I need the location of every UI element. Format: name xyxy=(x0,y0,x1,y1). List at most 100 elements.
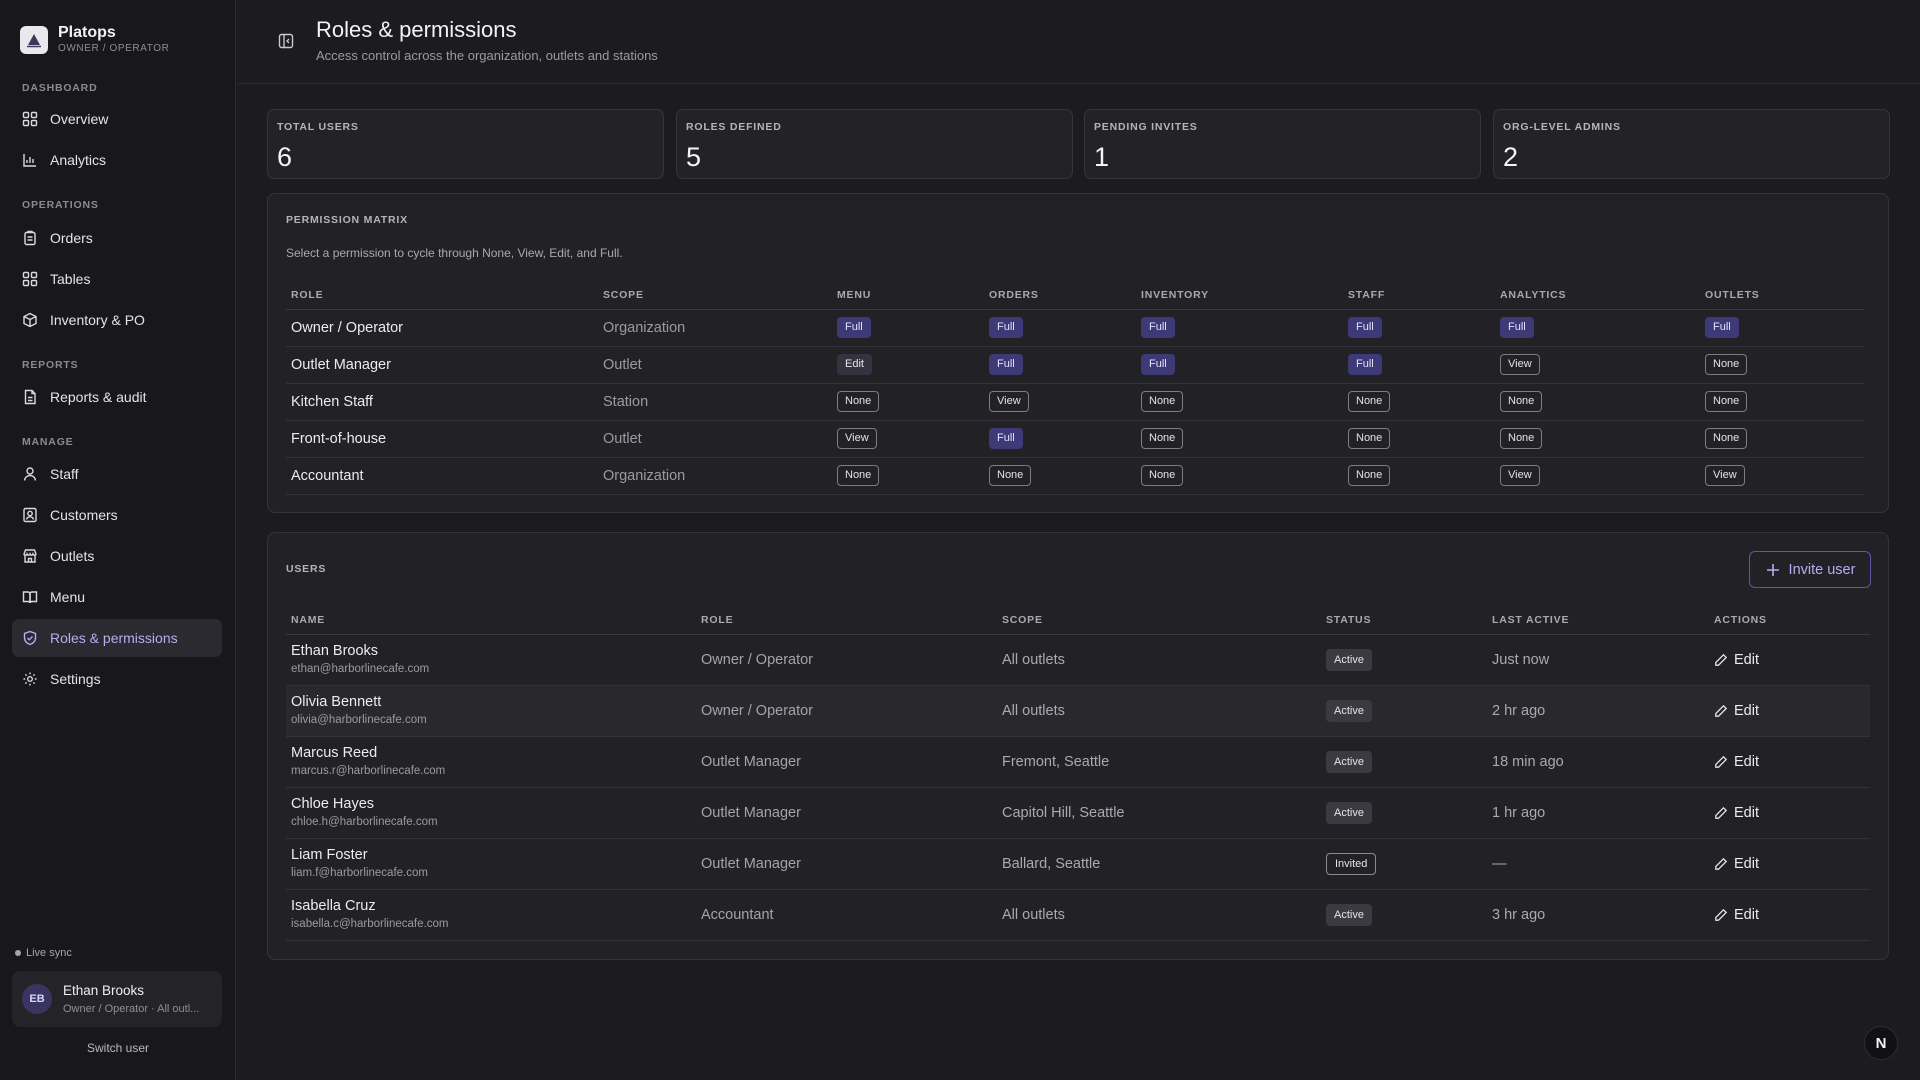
permission-toggle[interactable]: None xyxy=(1141,428,1184,449)
permission-toggle[interactable]: Full xyxy=(1348,354,1382,375)
permission-toggle[interactable]: Full xyxy=(1141,354,1175,375)
current-user-card[interactable]: EB Ethan Brooks Owner / Operator · All o… xyxy=(12,971,222,1027)
column-header: ORDERS xyxy=(984,281,1136,310)
sidebar-item-tables[interactable]: Tables xyxy=(12,260,222,298)
brand-logo-icon xyxy=(20,25,48,54)
permission-toggle[interactable]: Full xyxy=(1500,317,1534,338)
brand[interactable]: Platops OWNER / OPERATOR xyxy=(20,24,169,55)
sidebar-item-menu[interactable]: Menu xyxy=(12,578,222,616)
role-name: Kitchen Staff xyxy=(286,383,598,421)
user-name: Marcus Reed xyxy=(291,745,378,761)
permission-toggle[interactable]: View xyxy=(989,391,1029,412)
package-icon xyxy=(22,312,38,328)
edit-user-button[interactable]: Edit xyxy=(1714,754,1870,770)
nav-section-manage: MANAGE xyxy=(22,436,74,448)
permission-toggle[interactable]: Edit xyxy=(837,354,872,375)
permission-toggle[interactable]: None xyxy=(837,391,880,412)
permission-toggle[interactable]: None xyxy=(1141,391,1184,412)
permission-toggle[interactable]: None xyxy=(1348,428,1391,449)
live-sync-indicator: Live sync xyxy=(15,947,72,959)
edit-user-button[interactable]: Edit xyxy=(1714,703,1870,719)
table-row[interactable]: Marcus Reed marcus.r@harborlinecafe.com O… xyxy=(286,736,1870,788)
contact-icon xyxy=(22,507,38,523)
table-row[interactable]: Chloe Hayes chloe.h@harborlinecafe.com Ou… xyxy=(286,787,1870,839)
table-row[interactable]: Ethan Brooks ethan@harborlinecafe.com Own… xyxy=(286,634,1870,686)
invite-user-button[interactable]: Invite user xyxy=(1749,551,1871,588)
stat-card-roles-defined: ROLES DEFINED 5 xyxy=(676,109,1073,179)
stat-label: TOTAL USERS xyxy=(277,121,359,133)
edit-user-button[interactable]: Edit xyxy=(1714,856,1870,872)
sidebar-item-orders[interactable]: Orders xyxy=(12,219,222,257)
permission-toggle[interactable]: None xyxy=(1500,391,1543,412)
sidebar-item-roles[interactable]: Roles & permissions xyxy=(12,619,222,657)
switch-user-button[interactable]: Switch user xyxy=(0,1041,236,1055)
edit-user-button[interactable]: Edit xyxy=(1714,805,1870,821)
permission-toggle[interactable]: None xyxy=(1705,391,1748,412)
users-table: NAME ROLE SCOPE STATUS LAST ACTIVE ACTIO… xyxy=(286,606,1870,941)
stat-card-org-admins: ORG-LEVEL ADMINS 2 xyxy=(1493,109,1890,179)
edit-user-button[interactable]: Edit xyxy=(1714,652,1870,668)
permission-toggle[interactable]: Full xyxy=(989,354,1023,375)
column-header: SCOPE xyxy=(997,606,1321,635)
page-title: Roles & permissions xyxy=(316,17,517,42)
table-row[interactable]: Isabella Cruz isabella.c@harborlinecafe.c… xyxy=(286,889,1870,941)
permission-toggle[interactable]: View xyxy=(1705,465,1745,486)
last-active: — xyxy=(1487,838,1709,890)
permission-toggle[interactable]: None xyxy=(1705,428,1748,449)
sidebar-toggle-icon[interactable] xyxy=(277,32,295,50)
table-row[interactable]: Olivia Bennett olivia@harborlinecafe.com … xyxy=(286,685,1870,737)
sidebar-item-customers[interactable]: Customers xyxy=(12,496,222,534)
sidebar-item-outlets[interactable]: Outlets xyxy=(12,537,222,575)
permission-toggle[interactable]: View xyxy=(837,428,877,449)
sidebar-item-overview[interactable]: Overview xyxy=(12,100,222,138)
table-row: Accountant Organization None None None N… xyxy=(286,457,1864,495)
next-logo-button[interactable]: N xyxy=(1864,1026,1898,1060)
user-role: Outlet Manager xyxy=(696,736,997,788)
table-row[interactable]: Liam Foster liam.f@harborlinecafe.com Out… xyxy=(286,838,1870,890)
user-role: Owner / Operator xyxy=(696,634,997,686)
permission-toggle[interactable]: None xyxy=(1348,465,1391,486)
permission-toggle[interactable]: Full xyxy=(1348,317,1382,338)
permission-toggle[interactable]: None xyxy=(1705,354,1748,375)
permission-toggle[interactable]: None xyxy=(1500,428,1543,449)
permission-toggle[interactable]: Full xyxy=(1705,317,1739,338)
permission-toggle[interactable]: Full xyxy=(837,317,871,338)
gear-icon xyxy=(22,671,38,687)
last-active: 3 hr ago xyxy=(1487,889,1709,941)
permission-toggle[interactable]: None xyxy=(837,465,880,486)
sidebar-item-inventory[interactable]: Inventory & PO xyxy=(12,301,222,339)
current-user-role: Owner / Operator · All outl... xyxy=(63,1002,200,1015)
user-scope: Capitol Hill, Seattle xyxy=(997,787,1321,839)
bar-chart-icon xyxy=(22,152,38,168)
permission-matrix-panel: PERMISSION MATRIX Select a permission to… xyxy=(267,193,1889,513)
panel-description: Select a permission to cycle through Non… xyxy=(286,246,623,260)
role-scope: Organization xyxy=(598,309,832,347)
plus-icon xyxy=(1766,563,1779,576)
page-header: Roles & permissions Access control acros… xyxy=(237,0,1920,84)
permission-toggle[interactable]: View xyxy=(1500,465,1540,486)
current-user-name: Ethan Brooks xyxy=(63,982,145,998)
sidebar-item-label: Settings xyxy=(50,671,101,687)
sidebar-item-label: Outlets xyxy=(50,548,95,564)
sidebar-item-reports[interactable]: Reports & audit xyxy=(12,378,222,416)
permission-toggle[interactable]: None xyxy=(1348,391,1391,412)
sidebar-item-staff[interactable]: Staff xyxy=(12,455,222,493)
permission-toggle[interactable]: Full xyxy=(989,428,1023,449)
sidebar-item-settings[interactable]: Settings xyxy=(12,660,222,698)
sidebar-item-analytics[interactable]: Analytics xyxy=(12,141,222,179)
permission-toggle[interactable]: None xyxy=(1141,465,1184,486)
status-badge: Invited xyxy=(1326,852,1377,875)
permission-toggle[interactable]: View xyxy=(1500,354,1540,375)
edit-user-button[interactable]: Edit xyxy=(1714,907,1870,923)
permission-toggle[interactable]: Full xyxy=(1141,317,1175,338)
role-name: Accountant xyxy=(286,457,598,495)
user-role: Outlet Manager xyxy=(696,838,997,890)
user-role: Accountant xyxy=(696,889,997,941)
permission-toggle[interactable]: Full xyxy=(989,317,1023,338)
last-active: Just now xyxy=(1487,634,1709,686)
user-email: marcus.r@harborlinecafe.com xyxy=(291,765,446,777)
permission-toggle[interactable]: None xyxy=(989,465,1032,486)
table-header-row: ROLE SCOPE MENU ORDERS INVENTORY STAFF A… xyxy=(286,281,1864,310)
user-role: Outlet Manager xyxy=(696,787,997,839)
user-scope: All outlets xyxy=(997,889,1321,941)
